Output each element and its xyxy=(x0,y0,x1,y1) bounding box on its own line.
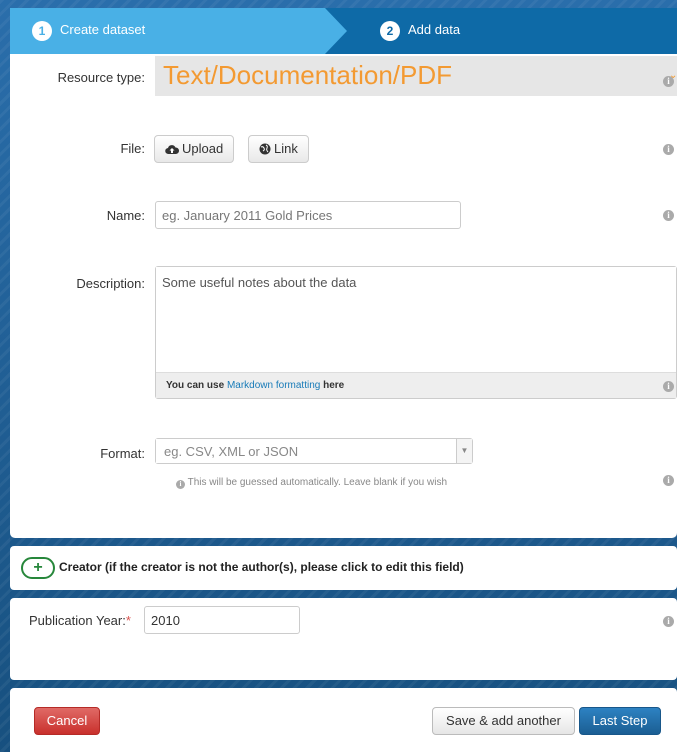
markdown-help: You can use Markdown formatting here xyxy=(156,372,676,398)
markdown-help-prefix: You can use xyxy=(166,380,227,391)
info-icon: i xyxy=(663,381,674,392)
info-icon: i xyxy=(663,616,674,627)
format-help: i This will be guessed automatically. Le… xyxy=(176,477,447,489)
caret-down-icon[interactable]: ▼ xyxy=(456,439,472,463)
publication-year-input[interactable] xyxy=(144,606,300,634)
creator-expand-button[interactable]: + xyxy=(21,557,55,579)
stage-create-dataset[interactable]: 1 Create dataset xyxy=(10,8,347,54)
markdown-formatting-link[interactable]: Markdown formatting xyxy=(227,380,320,391)
info-icon: i xyxy=(663,144,674,155)
globe-icon xyxy=(259,143,271,155)
description-textarea[interactable] xyxy=(156,267,676,373)
stage-1-number: 1 xyxy=(32,21,52,41)
publication-year-label-text: Publication Year: xyxy=(29,613,126,628)
info-icon: i xyxy=(663,475,674,486)
description-field: You can use Markdown formatting here xyxy=(155,266,677,399)
format-label: Format: xyxy=(100,446,145,461)
cancel-button[interactable]: Cancel xyxy=(34,707,100,735)
description-label: Description: xyxy=(76,276,145,291)
name-input[interactable] xyxy=(155,201,461,229)
stage-1-label: Create dataset xyxy=(60,22,146,37)
format-input[interactable] xyxy=(156,439,456,463)
info-icon: i xyxy=(663,76,674,87)
link-button[interactable]: Link xyxy=(248,135,309,163)
file-label: File: xyxy=(120,141,145,156)
info-icon: i xyxy=(663,210,674,221)
stage-2-label: Add data xyxy=(408,22,461,37)
format-select[interactable]: ▼ xyxy=(155,438,473,464)
link-label: Link xyxy=(274,141,298,156)
required-mark: * xyxy=(125,613,131,628)
publication-year-panel xyxy=(10,598,677,680)
upload-label: Upload xyxy=(182,141,224,156)
upload-button[interactable]: Upload xyxy=(154,135,235,163)
stages-bar: 1 Create dataset 2 Add data xyxy=(10,8,677,54)
info-icon: i xyxy=(176,480,185,489)
creator-label[interactable]: Creator (if the creator is not the autho… xyxy=(59,560,464,574)
markdown-help-text: You can use Markdown formatting here xyxy=(166,380,344,391)
last-step-button[interactable]: Last Step xyxy=(579,707,661,735)
stage-2-number: 2 xyxy=(380,21,400,41)
form-actions-panel xyxy=(10,688,677,752)
resource-type-value: Text/Documentation/PDF xyxy=(163,60,453,90)
markdown-help-suffix: here xyxy=(320,380,345,391)
resource-type-label: Resource type: xyxy=(57,70,145,85)
save-add-another-button[interactable]: Save & add another xyxy=(432,707,575,735)
cloud-upload-icon xyxy=(165,145,180,155)
format-help-text: This will be guessed automatically. Leav… xyxy=(187,477,447,488)
publication-year-label: Publication Year:* xyxy=(29,613,131,628)
name-label: Name: xyxy=(106,208,145,223)
